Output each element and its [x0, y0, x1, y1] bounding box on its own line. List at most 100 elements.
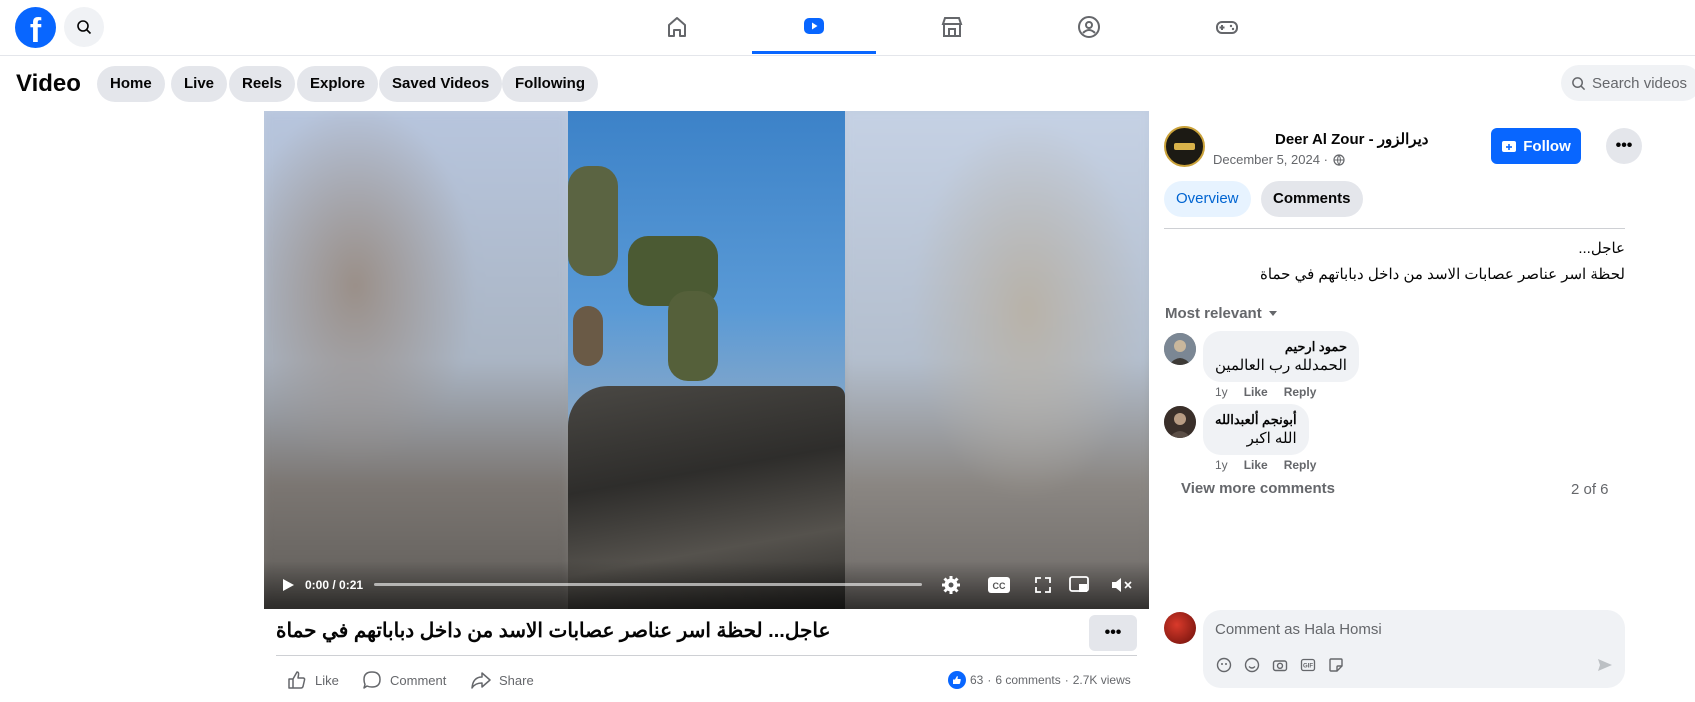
- more-dots-icon: •••: [1104, 624, 1122, 641]
- nav-marketplace-tab[interactable]: [890, 0, 1014, 54]
- search-icon: [77, 20, 92, 35]
- pill-live[interactable]: Live: [171, 66, 228, 102]
- comment-author[interactable]: حمود ارحيم: [1215, 339, 1347, 355]
- camera-icon[interactable]: [1271, 656, 1289, 674]
- user-avatar-icon: [1164, 406, 1196, 438]
- video-blur-left: [264, 111, 568, 609]
- current-user-avatar[interactable]: [1164, 612, 1196, 644]
- comment-meta: 1y Like Reply: [1215, 458, 1316, 472]
- nav-home-tab[interactable]: [615, 0, 739, 54]
- video-player[interactable]: 0:00 / 0:21 CC: [264, 111, 1149, 609]
- video-icon: [804, 17, 824, 34]
- nav-groups-tab[interactable]: [1027, 0, 1151, 54]
- post-date[interactable]: December 5, 2024 ·: [1213, 152, 1345, 167]
- user-avatar-icon: [1164, 333, 1196, 365]
- comment-age[interactable]: 1y: [1215, 458, 1228, 472]
- reaction-count[interactable]: 63: [970, 673, 983, 687]
- home-icon: [668, 17, 686, 37]
- marketplace-icon: [941, 17, 963, 37]
- page-more-button[interactable]: •••: [1606, 128, 1642, 164]
- avatar-sticker-icon[interactable]: [1215, 656, 1233, 674]
- page-avatar[interactable]: [1164, 126, 1205, 167]
- gaming-icon: [1216, 21, 1238, 34]
- comment-age[interactable]: 1y: [1215, 385, 1228, 399]
- composer-toolbar: GIF: [1215, 656, 1345, 674]
- section-title: Video: [16, 70, 81, 97]
- miniplayer-icon: [1069, 576, 1089, 592]
- pill-following[interactable]: Following: [502, 66, 598, 102]
- video-time: 0:00 / 0:21: [305, 578, 364, 592]
- share-button[interactable]: Share: [471, 670, 534, 690]
- search-button[interactable]: [64, 7, 104, 47]
- comment-text: الله اكبر: [1246, 430, 1297, 447]
- video-figure: [568, 166, 618, 276]
- comment-meta: 1y Like Reply: [1215, 385, 1316, 399]
- comment-like-button[interactable]: Like: [1244, 385, 1268, 399]
- follow-page-icon: [1502, 141, 1517, 152]
- comment-reply-button[interactable]: Reply: [1284, 458, 1317, 472]
- comment-label: Comment: [390, 672, 447, 688]
- svg-text:GIF: GIF: [1303, 664, 1313, 670]
- video-frame: [568, 111, 845, 609]
- comment-button[interactable]: Comment: [362, 670, 446, 690]
- video-progress-bar[interactable]: [374, 583, 922, 586]
- avatar[interactable]: [1164, 406, 1196, 438]
- comment-count[interactable]: 6 comments: [995, 673, 1060, 687]
- muted-speaker-icon: [1112, 578, 1132, 592]
- comment-reply-button[interactable]: Reply: [1284, 385, 1317, 399]
- tab-overview[interactable]: Overview: [1164, 181, 1251, 217]
- like-button[interactable]: Like: [287, 670, 339, 690]
- post-date-text: December 5, 2024 ·: [1213, 152, 1328, 167]
- captions-button[interactable]: CC: [987, 573, 1011, 597]
- gif-icon[interactable]: GIF: [1299, 656, 1317, 674]
- emoji-icon[interactable]: [1243, 656, 1261, 674]
- view-more-comments-link[interactable]: View more comments: [1181, 480, 1335, 497]
- miniplayer-button[interactable]: [1067, 573, 1091, 597]
- play-icon: [283, 579, 294, 591]
- comment-composer[interactable]: Comment as Hala Homsi GIF: [1203, 610, 1625, 688]
- video-figure: [668, 291, 718, 381]
- share-icon: [471, 672, 491, 689]
- settings-button[interactable]: [939, 573, 963, 597]
- follow-button[interactable]: Follow: [1491, 128, 1581, 164]
- search-videos-placeholder: Search videos: [1592, 74, 1688, 92]
- view-count: 2.7K views: [1072, 673, 1131, 687]
- sticker-icon[interactable]: [1327, 656, 1345, 674]
- pill-reels[interactable]: Reels: [229, 66, 296, 102]
- page-name[interactable]: Deer Al Zour - ديرالزور: [1275, 130, 1428, 148]
- pill-home[interactable]: Home: [97, 66, 165, 102]
- nav-gaming-tab[interactable]: [1165, 0, 1289, 54]
- stats-separator: ·: [1064, 673, 1069, 687]
- mute-button[interactable]: [1110, 573, 1134, 597]
- like-label: Like: [315, 672, 339, 688]
- comment-sort-dropdown[interactable]: Most relevant: [1165, 305, 1278, 322]
- nav-video-tab[interactable]: [752, 0, 876, 54]
- pill-explore[interactable]: Explore: [297, 66, 379, 102]
- post-more-button[interactable]: •••: [1089, 615, 1137, 651]
- comment-like-button[interactable]: Like: [1244, 458, 1268, 472]
- video-blur-right: [845, 111, 1149, 609]
- search-icon: [1572, 76, 1586, 90]
- send-icon[interactable]: [1597, 657, 1613, 678]
- fullscreen-button[interactable]: [1031, 573, 1055, 597]
- facebook-logo-icon[interactable]: f: [15, 7, 56, 48]
- comment-author[interactable]: أبونجم ألعبدالله: [1215, 412, 1297, 428]
- comment-input-placeholder[interactable]: Comment as Hala Homsi: [1215, 621, 1382, 638]
- comment-bubble: حمود ارحيم الحمدلله رب العالمين: [1203, 331, 1359, 382]
- comment-page-count: 2 of 6: [1571, 481, 1609, 498]
- comment-text: الحمدلله رب العالمين: [1215, 357, 1347, 374]
- thumbs-up-icon: [288, 671, 306, 689]
- sort-label: Most relevant: [1165, 305, 1262, 322]
- like-reaction-icon: [948, 671, 966, 689]
- post-stats: 63 · 6 comments · 2.7K views: [948, 671, 1131, 689]
- comment-icon: [363, 671, 381, 689]
- play-button[interactable]: [276, 573, 300, 597]
- pill-saved-videos[interactable]: Saved Videos: [379, 66, 503, 102]
- groups-icon: [1078, 16, 1100, 38]
- gear-icon: [942, 576, 960, 594]
- captions-icon: CC: [988, 577, 1010, 593]
- avatar[interactable]: [1164, 333, 1196, 365]
- divider: [1164, 228, 1625, 229]
- search-videos-input[interactable]: Search videos: [1561, 65, 1695, 101]
- tab-comments[interactable]: Comments: [1261, 181, 1363, 217]
